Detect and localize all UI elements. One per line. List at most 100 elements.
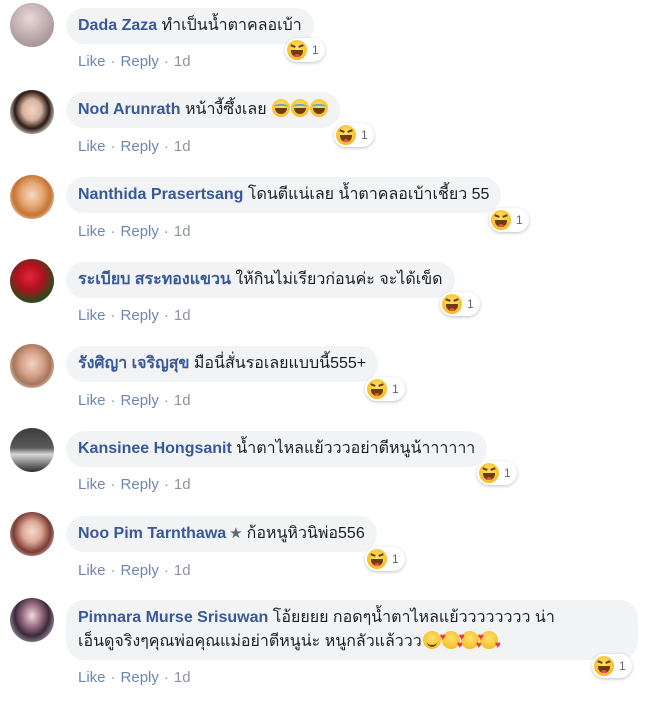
comment-bubble: Noo Pim Tarnthawa ★ ก้อหนูหิวนิพ่อ556 (66, 516, 377, 552)
reaction-summary[interactable]: 1 (592, 654, 632, 678)
reaction-summary[interactable]: 1 (334, 123, 374, 147)
comment-actions: Like · Reply · 1d (78, 307, 191, 324)
author-name[interactable]: Noo Pim Tarnthawa (78, 525, 226, 542)
reply-link[interactable]: Reply (121, 223, 159, 240)
like-link[interactable]: Like (78, 307, 106, 324)
reply-link[interactable]: Reply (121, 392, 159, 409)
author-name[interactable]: Kansinee Hongsanit (78, 440, 232, 457)
avatar[interactable] (10, 90, 54, 134)
reaction-summary[interactable]: 1 (440, 292, 480, 316)
author-name[interactable]: ระเบียบ สระทองแขวน (78, 271, 231, 288)
reply-link[interactable]: Reply (121, 138, 159, 155)
comment-text: ทำเป็นน้ำตาคลอเบ้า (161, 17, 302, 34)
author-name[interactable]: รังศิญา เจริญสุข (78, 355, 189, 372)
separator: · (163, 53, 169, 70)
comment-bubble: Nod Arunrath หน้างี้ซึ้งเลย (66, 92, 341, 128)
avatar[interactable] (10, 428, 54, 472)
comment-bubble: Dada Zaza ทำเป็นน้ำตาคลอเบ้า (66, 8, 314, 44)
like-link[interactable]: Like (78, 53, 106, 70)
laugh-tears-emoji (291, 99, 310, 117)
comment-line-1: Pimnara Murse Srisuwan โอ้ยยยย กอดๆน้ำตา… (78, 607, 626, 628)
reaction-count: 1 (392, 382, 399, 396)
author-name[interactable]: Pimnara Murse Srisuwan (78, 609, 268, 626)
timestamp[interactable]: 1d (174, 562, 191, 579)
timestamp[interactable]: 1d (174, 223, 191, 240)
star-badge-icon: ★ (229, 525, 243, 542)
like-link[interactable]: Like (78, 669, 106, 686)
reaction-count: 1 (312, 43, 319, 57)
author-name[interactable]: Nod Arunrath (78, 101, 181, 118)
separator: · (163, 307, 169, 324)
like-link[interactable]: Like (78, 138, 106, 155)
avatar[interactable] (10, 598, 54, 642)
haha-icon (367, 379, 387, 399)
reply-link[interactable]: Reply (121, 562, 159, 579)
comment-actions: Like · Reply · 1d (78, 562, 191, 579)
reaction-summary[interactable]: 1 (489, 208, 529, 232)
haha-icon (491, 210, 511, 230)
heart-eyes-emoji (478, 627, 501, 656)
reaction-summary[interactable]: 1 (365, 547, 405, 571)
comment-bubble: Pimnara Murse Srisuwan โอ้ยยยย กอดๆน้ำตา… (66, 600, 638, 660)
reaction-count: 1 (467, 297, 474, 311)
comment-bubble: Kansinee Hongsanit น้ำตาไหลแย้วววอย่าตีห… (66, 431, 488, 467)
like-link[interactable]: Like (78, 223, 106, 240)
like-link[interactable]: Like (78, 562, 106, 579)
comment-actions: Like · Reply · 1d (78, 138, 191, 155)
wink-emoji (422, 631, 441, 649)
reaction-summary[interactable]: 1 (285, 38, 325, 62)
separator: · (110, 223, 116, 240)
comment-text: หน้างี้ซึ้งเลย (184, 101, 267, 118)
separator: · (110, 138, 116, 155)
comment-text: ให้กินไม่เรียวก่อนค่ะ จะได้เข็ด (235, 271, 443, 288)
laugh-tears-emoji (272, 99, 291, 117)
separator: · (163, 669, 169, 686)
heart-eyes-emoji (440, 627, 463, 656)
reply-link[interactable]: Reply (121, 53, 159, 70)
comment-text: น้ำตาไหลแย้วววอย่าตีหนูน้าาาาาา (236, 440, 476, 457)
timestamp[interactable]: 1d (174, 669, 191, 686)
author-name[interactable]: Dada Zaza (78, 17, 157, 34)
comment-actions: Like · Reply · 1d (78, 392, 191, 409)
reaction-count: 1 (392, 552, 399, 566)
timestamp[interactable]: 1d (174, 53, 191, 70)
reaction-count: 1 (516, 213, 523, 227)
timestamp[interactable]: 1d (174, 392, 191, 409)
comment-bubble: Nanthida Prasertsang โดนตีแน่เลย น้ำตาคล… (66, 177, 502, 213)
comment-text: โอ้ยยยย กอดๆน้ำตาไหลแย้วววววววว น่า (272, 609, 555, 626)
comment-bubble: ระเบียบ สระทองแขวน ให้กินไม่เรียวก่อนค่ะ… (66, 262, 455, 298)
avatar[interactable] (10, 259, 54, 303)
haha-icon (336, 125, 356, 145)
comment-text: มือนี่สั่นรอเลยแบบนี้555+ (193, 355, 367, 372)
haha-icon (594, 656, 614, 676)
reaction-summary[interactable]: 1 (365, 377, 405, 401)
separator: · (163, 562, 169, 579)
comment-actions: Like · Reply · 1d (78, 669, 191, 686)
reaction-count: 1 (361, 128, 368, 142)
separator: · (163, 138, 169, 155)
avatar[interactable] (10, 175, 54, 219)
separator: · (163, 223, 169, 240)
timestamp[interactable]: 1d (174, 138, 191, 155)
like-link[interactable]: Like (78, 476, 106, 493)
reaction-count: 1 (619, 659, 626, 673)
separator: · (163, 392, 169, 409)
comment-actions: Like · Reply · 1d (78, 476, 191, 493)
separator: · (110, 307, 116, 324)
avatar[interactable] (10, 344, 54, 388)
author-name[interactable]: Nanthida Prasertsang (78, 186, 243, 203)
avatar[interactable] (10, 512, 54, 556)
comment-line-2: เอ็นดูจริงๆคุณพ่อคุณแม่อย่าตีหนูน่ะ หนูก… (78, 627, 626, 656)
reply-link[interactable]: Reply (121, 476, 159, 493)
reply-link[interactable]: Reply (121, 307, 159, 324)
timestamp[interactable]: 1d (174, 307, 191, 324)
separator: · (110, 669, 116, 686)
comment-text-continued: เอ็นดูจริงๆคุณพ่อคุณแม่อย่าตีหนูน่ะ หนูก… (78, 633, 422, 650)
reply-link[interactable]: Reply (121, 669, 159, 686)
timestamp[interactable]: 1d (174, 476, 191, 493)
avatar[interactable] (10, 3, 54, 47)
haha-icon (367, 549, 387, 569)
comment-actions: Like · Reply · 1d (78, 53, 191, 70)
like-link[interactable]: Like (78, 392, 106, 409)
reaction-summary[interactable]: 1 (477, 461, 517, 485)
